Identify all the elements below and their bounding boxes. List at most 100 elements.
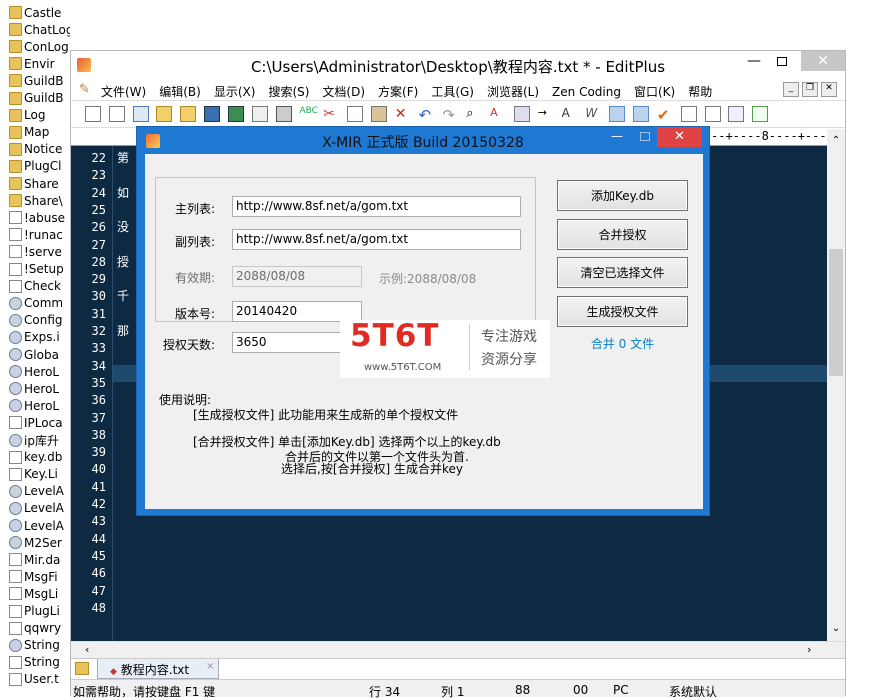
file-item[interactable]: !abuse [0, 209, 70, 226]
file-item[interactable]: IPLoca [0, 414, 70, 431]
copy-icon[interactable] [347, 106, 364, 122]
menu-item[interactable]: 编辑(B) [159, 85, 201, 99]
dialog-titlebar[interactable]: X-MIR 正式版 Build 20150328 — ✕ [137, 127, 709, 154]
check-icon[interactable]: ✔ [657, 106, 673, 124]
file-item[interactable]: LevelA [0, 517, 70, 534]
menu-item[interactable]: 显示(X) [214, 85, 256, 99]
file-item[interactable]: key.db [0, 449, 70, 466]
file-item[interactable]: !Setup [0, 261, 70, 278]
file-item[interactable]: Notice [0, 141, 70, 158]
add-key-db-button[interactable]: 添加Key.db [557, 180, 688, 211]
new-doc-icon[interactable] [108, 106, 125, 122]
redo-icon[interactable]: ↷ [442, 106, 458, 124]
file-item[interactable]: GuildB [0, 90, 70, 107]
file-item[interactable]: Mir.da [0, 551, 70, 568]
print-icon[interactable] [275, 106, 292, 122]
view-list-icon[interactable] [680, 106, 697, 122]
menu-item[interactable]: 文档(D) [322, 85, 365, 99]
file-item[interactable]: MsgLi [0, 585, 70, 602]
menu-item[interactable]: 窗口(K) [634, 85, 675, 99]
horizontal-scrollbar[interactable]: ‹ › [71, 641, 845, 658]
file-item[interactable]: ConLog [0, 38, 70, 55]
print-preview-icon[interactable] [251, 106, 268, 122]
menu-item[interactable]: 搜索(S) [268, 85, 309, 99]
close-icon[interactable]: ✕ [801, 51, 845, 71]
sub-list-input[interactable]: http://www.8sf.net/a/gom.txt [232, 229, 521, 250]
scroll-left-icon[interactable]: ‹ [85, 643, 89, 656]
file-item[interactable]: ip库升 [0, 432, 70, 449]
file-item[interactable]: HeroL [0, 363, 70, 380]
clear-selected-button[interactable]: 清空已选择文件 [557, 257, 688, 288]
file-item[interactable]: GuildB [0, 72, 70, 89]
file-item[interactable]: Castle [0, 4, 70, 21]
merge-auth-button[interactable]: 合并授权 [557, 219, 688, 250]
menu-item[interactable]: 浏览器(L) [487, 85, 539, 99]
open-folder-icon[interactable] [156, 106, 173, 122]
file-item[interactable]: Map [0, 124, 70, 141]
scroll-up-icon[interactable]: ⌃ [827, 135, 845, 146]
generate-auth-button[interactable]: 生成授权文件 [557, 296, 688, 327]
scroll-thumb[interactable] [829, 249, 843, 376]
maximize-icon[interactable] [771, 55, 793, 75]
mdi-close-icon[interactable]: ✕ [821, 82, 837, 97]
file-item[interactable]: PlugCl [0, 158, 70, 175]
menu-item[interactable]: 工具(G) [431, 85, 474, 99]
save-icon[interactable] [204, 106, 221, 122]
tab-document[interactable]: ◆ 教程内容.txt ⨯ [97, 659, 219, 679]
file-item[interactable]: HeroL [0, 397, 70, 414]
file-item[interactable]: Config [0, 312, 70, 329]
paste-icon[interactable] [370, 106, 387, 122]
save-all-icon[interactable] [227, 106, 244, 122]
dialog-maximize-icon[interactable] [640, 132, 650, 141]
file-item[interactable]: !serve [0, 243, 70, 260]
file-item[interactable]: ChatLog [0, 21, 70, 38]
file-item[interactable]: Share [0, 175, 70, 192]
file-item[interactable]: M2Ser [0, 534, 70, 551]
file-item[interactable]: Key.Li [0, 466, 70, 483]
font-icon[interactable]: A [562, 106, 578, 122]
file-item[interactable]: Envir [0, 55, 70, 72]
file-item[interactable]: PlugLi [0, 603, 70, 620]
file-item[interactable]: Comm [0, 295, 70, 312]
dialog-minimize-icon[interactable]: — [611, 129, 623, 143]
view-window-icon[interactable] [728, 106, 745, 122]
file-item[interactable]: Log [0, 107, 70, 124]
file-item[interactable]: Globa [0, 346, 70, 363]
new-html-icon[interactable] [132, 106, 149, 122]
menu-item[interactable]: 方案(F) [378, 85, 418, 99]
file-item[interactable]: String [0, 637, 70, 654]
indent-icon[interactable] [609, 106, 626, 122]
version-input[interactable]: 20140420 [232, 301, 362, 322]
scroll-right-icon[interactable]: › [807, 643, 811, 656]
new-file-icon[interactable] [85, 106, 101, 122]
cut-icon[interactable]: ✂ [323, 106, 339, 122]
fullscreen-icon[interactable] [752, 106, 769, 122]
file-item[interactable]: User.t [0, 671, 70, 688]
file-item[interactable]: qqwry [0, 620, 70, 637]
mdi-restore-icon[interactable]: ❐ [802, 82, 818, 97]
open-remote-icon[interactable] [180, 106, 197, 122]
editplus-titlebar[interactable]: C:\Users\Administrator\Desktop\教程内容.txt … [71, 51, 845, 79]
minimize-icon[interactable]: — [743, 53, 765, 73]
scroll-down-icon[interactable]: ⌄ [827, 623, 845, 634]
file-item[interactable]: Exps.i [0, 329, 70, 346]
dialog-close-icon[interactable]: ✕ [657, 127, 702, 147]
file-item[interactable]: !runac [0, 226, 70, 243]
menu-item[interactable]: Zen Coding [552, 85, 621, 99]
file-item[interactable]: Check [0, 278, 70, 295]
spellcheck-icon[interactable]: ABC [299, 106, 317, 122]
folder-tab-icon[interactable] [75, 662, 89, 675]
delete-icon[interactable]: ✕ [395, 106, 411, 122]
file-item[interactable]: Share\ [0, 192, 70, 209]
tab-close-icon[interactable]: ⨯ [206, 661, 214, 672]
replace-icon[interactable]: A [490, 106, 506, 122]
word-wrap-icon[interactable]: W [585, 106, 601, 122]
column-icon[interactable] [633, 106, 650, 122]
file-item[interactable]: LevelA [0, 483, 70, 500]
menu-item[interactable]: 帮助 [688, 85, 712, 99]
main-list-input[interactable]: http://www.8sf.net/a/gom.txt [232, 196, 521, 217]
undo-icon[interactable]: ↶ [419, 106, 435, 124]
file-item[interactable]: HeroL [0, 380, 70, 397]
file-item[interactable]: LevelA [0, 500, 70, 517]
goto-line-icon[interactable]: → [538, 106, 554, 122]
